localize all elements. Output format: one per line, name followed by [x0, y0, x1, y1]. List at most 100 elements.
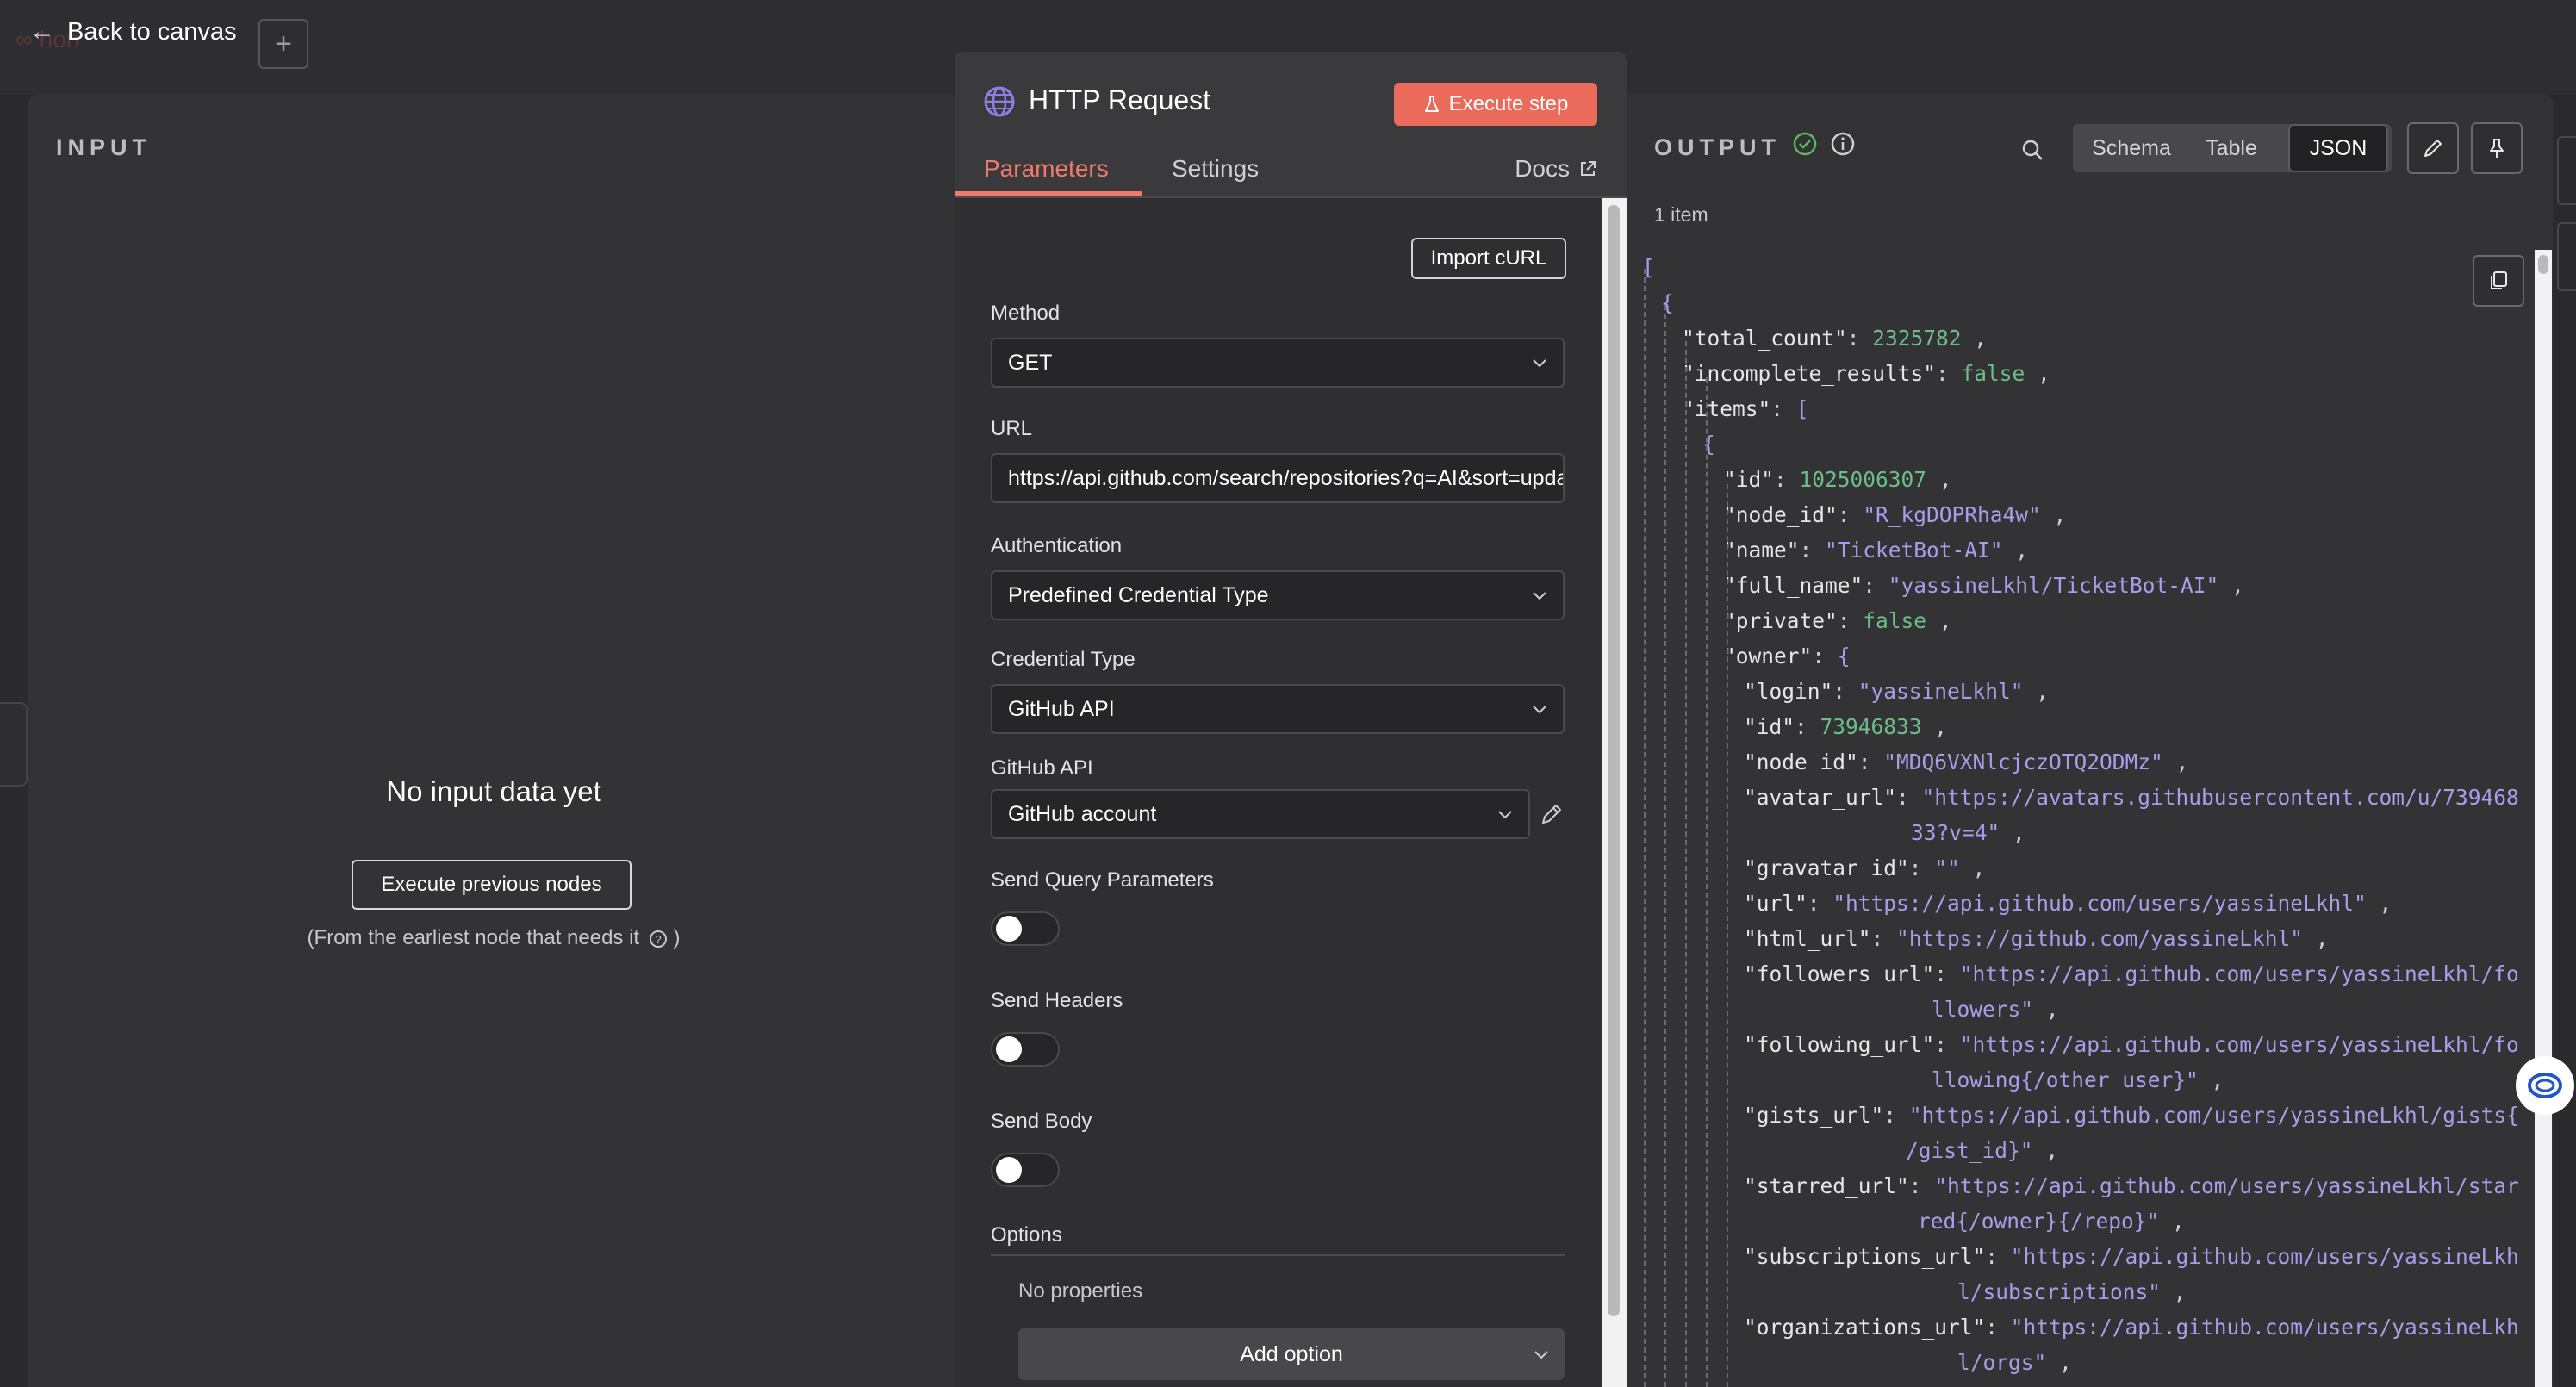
json-token: ,	[2025, 361, 2050, 386]
back-to-canvas-link[interactable]: ← Back to canvas	[29, 17, 237, 47]
json-token: ,	[2046, 1350, 2072, 1375]
output-status-icons	[1792, 131, 1856, 157]
left-edge-handle[interactable]	[0, 702, 28, 787]
json-line: llowers" ,	[1932, 992, 2059, 1027]
input-note-text: (From the earliest node that needs it	[307, 926, 640, 949]
json-token: "node_id"	[1744, 749, 1858, 774]
input-heading: INPUT	[56, 134, 152, 160]
json-token: ,	[2366, 891, 2392, 916]
globe-icon	[984, 86, 1015, 117]
json-token: :	[1934, 961, 1960, 986]
json-token: :	[1846, 326, 1873, 351]
json-token: "name"	[1723, 538, 1800, 563]
json-line: "private": false ,	[1723, 603, 1952, 638]
copy-icon	[2491, 271, 2507, 289]
json-token: "https://api.github.com/users/yassineLkh…	[1934, 1173, 2519, 1198]
json-token: :	[1770, 396, 1796, 421]
json-token: :	[1807, 891, 1833, 916]
info-icon[interactable]	[1830, 131, 1856, 157]
authentication-value: Predefined Credential Type	[1008, 582, 1269, 607]
json-token: red{/owner}{/repo}"	[1918, 1209, 2160, 1234]
json-token: ,	[1926, 608, 1952, 633]
pencil-icon[interactable]	[1539, 801, 1565, 827]
json-token: ,	[1926, 467, 1952, 492]
json-line: "login": "yassineLkhl" ,	[1744, 674, 2049, 709]
json-line: "gists_url": "https://api.github.com/use…	[1744, 1098, 2519, 1133]
view-json-button[interactable]: JSON	[2288, 124, 2388, 172]
json-token: "yassineLkhl/TicketBot-AI"	[1888, 573, 2219, 598]
toggle-knob	[996, 1036, 1022, 1062]
json-token: "full_name"	[1723, 573, 1864, 598]
import-curl-button[interactable]: Import cURL	[1411, 238, 1566, 279]
json-token: "owner"	[1723, 644, 1813, 669]
output-scrollbar[interactable]	[2535, 250, 2552, 1387]
json-token: "https://api.github.com/users/yassineLkh…	[1959, 961, 2519, 986]
json-token: "avatar_url"	[1744, 785, 1897, 810]
output-scrollbar-thumb[interactable]	[2538, 255, 2548, 274]
pin-output-button[interactable]	[2471, 122, 2523, 174]
tab-parameters[interactable]: Parameters	[984, 155, 1109, 183]
send-body-toggle[interactable]	[991, 1153, 1060, 1187]
view-table-button[interactable]: Table	[2185, 124, 2278, 172]
add-node-button[interactable]: +	[258, 19, 308, 69]
json-token: ,	[2023, 679, 2050, 704]
json-token: ,	[1921, 714, 1948, 739]
chat-assistant-button[interactable]	[2516, 1056, 2574, 1115]
add-option-label: Add option	[1240, 1341, 1343, 1366]
json-token: 33?v=4"	[1911, 820, 2000, 845]
json-token: :	[1857, 749, 1884, 774]
output-heading: OUTPUT	[1654, 134, 1781, 160]
execute-previous-nodes-button[interactable]: Execute previous nodes	[352, 860, 632, 910]
json-token: [	[1795, 396, 1809, 421]
json-token: :	[1908, 855, 1935, 880]
send-query-label: Send Query Parameters	[991, 868, 1214, 892]
json-output[interactable]: [{"total_count": 2325782 , "incomplete_re…	[1642, 250, 2528, 1387]
json-token: :	[1837, 608, 1864, 633]
method-label: Method	[991, 302, 1061, 325]
add-option-button[interactable]: Add option	[1018, 1328, 1565, 1380]
github-account-select[interactable]: GitHub account	[991, 789, 1530, 839]
no-input-title: No input data yet	[386, 775, 601, 807]
right-edge-control[interactable]	[2557, 136, 2576, 205]
json-token: /gist_id}"	[1906, 1138, 2033, 1163]
json-token: "gists_url"	[1744, 1103, 1884, 1128]
json-token: "private"	[1723, 608, 1838, 633]
json-line: "id": 1025006307 ,	[1723, 462, 1952, 497]
authentication-select[interactable]: Predefined Credential Type	[991, 570, 1565, 620]
right-edge-control[interactable]	[2557, 222, 2576, 291]
json-token: "https://api.github.com/users/yassineLkh…	[1832, 891, 2367, 916]
input-note-close: )	[673, 926, 681, 949]
json-token: ,	[1959, 855, 1986, 880]
credential-type-value: GitHub API	[1008, 696, 1115, 721]
json-token: "https://api.github.com/users/yassineLkh…	[1908, 1103, 2519, 1128]
json-token: ,	[2033, 997, 2059, 1022]
docs-link[interactable]: Docs	[1515, 155, 1597, 183]
json-token: "node_id"	[1723, 502, 1838, 527]
svg-text:?: ?	[655, 933, 661, 946]
json-token: "incomplete_results"	[1682, 361, 1937, 386]
method-select[interactable]: GET	[991, 338, 1565, 388]
external-link-icon	[1581, 161, 1596, 176]
execute-step-button[interactable]: Execute step	[1394, 83, 1597, 126]
no-properties-text: No properties	[1018, 1279, 1143, 1303]
credential-type-select[interactable]: GitHub API	[991, 684, 1565, 734]
github-account-value: GitHub account	[1008, 801, 1157, 826]
json-token: :	[1908, 1173, 1935, 1198]
view-schema-button[interactable]: Schema	[2080, 124, 2183, 172]
help-icon[interactable]: ?	[649, 930, 668, 949]
search-icon[interactable]	[2020, 138, 2044, 162]
url-input[interactable]: https://api.github.com/search/repositori…	[991, 453, 1565, 503]
node-settings-panel: HTTP Request Execute step Parameters Set…	[955, 52, 1627, 1387]
json-token: "subscriptions_url"	[1744, 1244, 1986, 1269]
tab-settings[interactable]: Settings	[1172, 155, 1259, 183]
edit-output-button[interactable]	[2407, 122, 2459, 174]
send-query-toggle[interactable]	[991, 911, 1060, 946]
json-line: "html_url": "https://github.com/yassineL…	[1744, 921, 2329, 956]
copy-json-button[interactable]	[2473, 255, 2524, 307]
active-tab-indicator	[955, 191, 1142, 196]
parameters-scrollbar-thumb[interactable]	[1608, 205, 1620, 1316]
json-line: "full_name": "yassineLkhl/TicketBot-AI" …	[1723, 568, 2244, 603]
send-headers-toggle[interactable]	[991, 1032, 1060, 1067]
json-token: :	[1985, 1244, 2011, 1269]
json-line: "avatar_url": "https://avatars.githubuse…	[1744, 780, 2519, 815]
